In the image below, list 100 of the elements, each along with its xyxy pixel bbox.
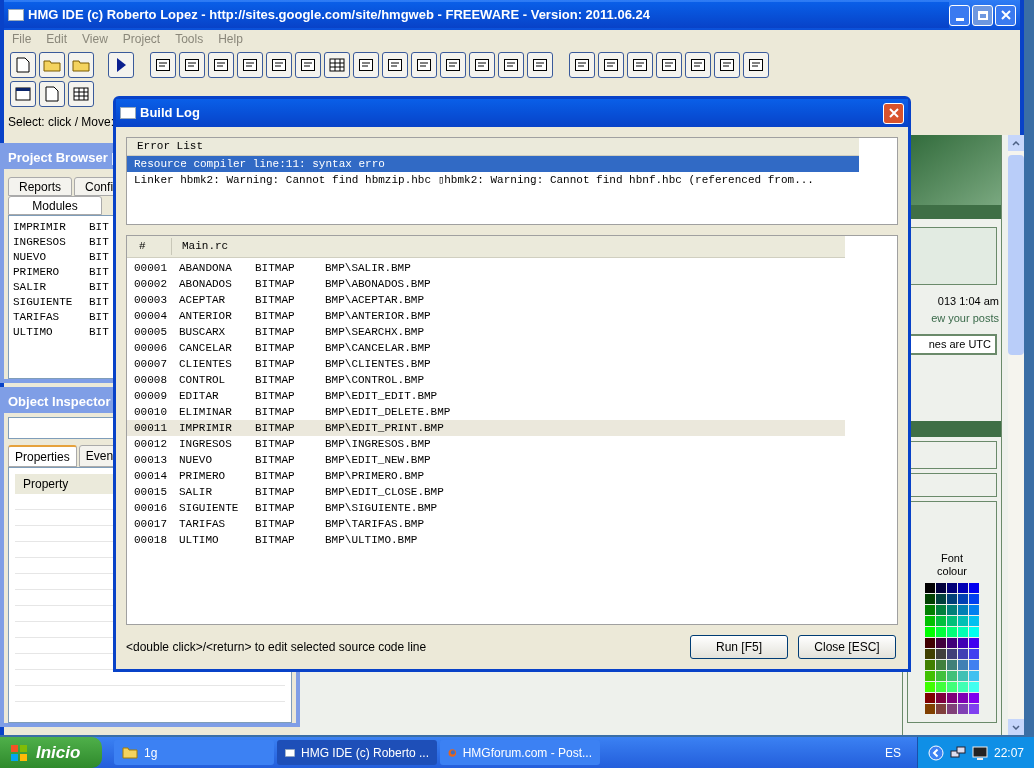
window-icon bbox=[8, 9, 24, 21]
source-row[interactable]: 00011 IMPRIMIR BITMAP BMP\EDIT_PRINT.BMP bbox=[127, 420, 845, 436]
toolbar-button[interactable] bbox=[527, 52, 553, 78]
posts-link[interactable]: ew your posts bbox=[931, 309, 999, 326]
control-icon bbox=[603, 58, 619, 72]
scroll-down-button[interactable] bbox=[1008, 719, 1024, 735]
source-row[interactable]: 00010 ELIMINAR BITMAP BMP\EDIT_DELETE.BMP bbox=[127, 404, 845, 420]
taskbar-button[interactable]: HMG IDE (c) Roberto ... bbox=[277, 740, 437, 765]
toolbar-button[interactable] bbox=[656, 52, 682, 78]
toolbar-button[interactable] bbox=[569, 52, 595, 78]
control-icon bbox=[748, 58, 764, 72]
toolbar-button[interactable] bbox=[10, 52, 36, 78]
source-row[interactable]: 00007 CLIENTES BITMAP BMP\CLIENTES.BMP bbox=[127, 356, 845, 372]
toolbar-button[interactable] bbox=[150, 52, 176, 78]
control-icon bbox=[213, 58, 229, 72]
close-icon bbox=[888, 108, 899, 118]
toolbar-button[interactable] bbox=[266, 52, 292, 78]
source-row[interactable]: 00013 NUEVO BITMAP BMP\EDIT_NEW.BMP bbox=[127, 452, 845, 468]
toolbar-button[interactable] bbox=[627, 52, 653, 78]
module-name[interactable]: INGRESOS bbox=[13, 235, 89, 250]
source-row[interactable]: 00012 INGRESOS BITMAP BMP\INGRESOS.BMP bbox=[127, 436, 845, 452]
window-icon bbox=[15, 87, 31, 101]
toolbar-button[interactable] bbox=[498, 52, 524, 78]
toolbar-button[interactable] bbox=[108, 52, 134, 78]
font-colour-label: Font colour bbox=[936, 551, 968, 579]
maximize-button[interactable] bbox=[972, 4, 993, 26]
module-name[interactable]: TARIFAS bbox=[13, 310, 89, 325]
source-row[interactable]: 00016 SIGUIENTE BITMAP BMP\SIGUIENTE.BMP bbox=[127, 500, 845, 516]
module-name[interactable]: PRIMERO bbox=[13, 265, 89, 280]
toolbar-button[interactable] bbox=[39, 52, 65, 78]
toolbar-button[interactable] bbox=[411, 52, 437, 78]
control-icon bbox=[661, 58, 677, 72]
source-row[interactable]: 00009 EDITAR BITMAP BMP\EDIT_EDIT.BMP bbox=[127, 388, 845, 404]
scroll-thumb[interactable] bbox=[1008, 155, 1024, 355]
dialog-button[interactable]: Close [ESC] bbox=[798, 635, 896, 659]
tab[interactable]: Reports bbox=[8, 177, 73, 196]
source-row[interactable]: 00005 BUSCARX BITMAP BMP\SEARCHX.BMP bbox=[127, 324, 845, 340]
toolbar-button[interactable] bbox=[440, 52, 466, 78]
minimize-button[interactable] bbox=[949, 4, 970, 26]
module-name[interactable]: NUEVO bbox=[13, 250, 89, 265]
source-row[interactable]: 00018 ULTIMO BITMAP BMP\ULTIMO.BMP bbox=[127, 532, 845, 548]
taskbar-button[interactable]: 1g bbox=[114, 740, 274, 765]
toolbar-button[interactable] bbox=[10, 81, 36, 107]
window-icon bbox=[120, 107, 136, 119]
toolbar-button[interactable] bbox=[469, 52, 495, 78]
module-name[interactable]: SALIR bbox=[13, 280, 89, 295]
close-button[interactable] bbox=[883, 102, 904, 124]
source-row[interactable]: 00003 ACEPTAR BITMAP BMP\ACEPTAR.BMP bbox=[127, 292, 845, 308]
panel-title: Object Inspector bbox=[8, 393, 111, 412]
toolbar-button[interactable] bbox=[382, 52, 408, 78]
column-header: # bbox=[127, 238, 172, 255]
toolbar-button[interactable] bbox=[68, 81, 94, 107]
close-button[interactable] bbox=[995, 4, 1016, 26]
control-icon bbox=[474, 58, 490, 72]
grid-icon bbox=[73, 87, 89, 101]
column-header: Error List bbox=[137, 139, 203, 155]
toolbar-button[interactable] bbox=[353, 52, 379, 78]
tab[interactable]: Modules bbox=[8, 196, 102, 215]
module-type: BIT bbox=[89, 265, 109, 280]
error-row[interactable]: Resource compiler line:11: syntax erro bbox=[127, 156, 859, 172]
source-row[interactable]: 00017 TARIFAS BITMAP BMP\TARIFAS.BMP bbox=[127, 516, 845, 532]
maximize-icon bbox=[977, 10, 988, 20]
toolbar-button[interactable] bbox=[179, 52, 205, 78]
folder-icon bbox=[43, 58, 61, 72]
source-row[interactable]: 00015 SALIR BITMAP BMP\EDIT_CLOSE.BMP bbox=[127, 484, 845, 500]
source-row[interactable]: 00014 PRIMERO BITMAP BMP\PRIMERO.BMP bbox=[127, 468, 845, 484]
toolbar-button[interactable] bbox=[324, 52, 350, 78]
toolbar-button[interactable] bbox=[295, 52, 321, 78]
minimize-icon bbox=[955, 17, 964, 21]
toolbar-button[interactable] bbox=[208, 52, 234, 78]
taskbar-button[interactable]: HMGforum.com - Post... bbox=[440, 740, 600, 765]
scroll-up-button[interactable] bbox=[1008, 135, 1024, 151]
module-type: BIT bbox=[89, 250, 109, 265]
module-type: BIT bbox=[89, 235, 109, 250]
source-row[interactable]: 00006 CANCELAR BITMAP BMP\CANCELAR.BMP bbox=[127, 340, 845, 356]
control-icon bbox=[387, 58, 403, 72]
toolbar-button[interactable] bbox=[237, 52, 263, 78]
module-name[interactable]: SIGUIENTE bbox=[13, 295, 89, 310]
dialog-button[interactable]: Run [F5] bbox=[690, 635, 788, 659]
module-name[interactable]: IMPRIMIR bbox=[13, 220, 89, 235]
source-row[interactable]: 00001 ABANDONA BITMAP BMP\SALIR.BMP bbox=[127, 260, 845, 276]
control-icon bbox=[184, 58, 200, 72]
source-row[interactable]: 00002 ABONADOS BITMAP BMP\ABONADOS.BMP bbox=[127, 276, 845, 292]
folder-icon bbox=[122, 746, 138, 759]
language-indicator[interactable]: ES bbox=[884, 743, 917, 762]
toolbar-button[interactable] bbox=[685, 52, 711, 78]
toolbar-button[interactable] bbox=[598, 52, 624, 78]
toolbar-button[interactable] bbox=[714, 52, 740, 78]
module-type: BIT bbox=[89, 310, 109, 325]
toolbar-button[interactable] bbox=[743, 52, 769, 78]
module-name[interactable]: ULTIMO bbox=[13, 325, 89, 340]
tab[interactable]: Properties bbox=[8, 445, 77, 467]
toolbar-button[interactable] bbox=[68, 52, 94, 78]
toolbar-button[interactable] bbox=[39, 81, 65, 107]
source-row[interactable]: 00004 ANTERIOR BITMAP BMP\ANTERIOR.BMP bbox=[127, 308, 845, 324]
close-icon bbox=[1000, 10, 1011, 20]
control-icon bbox=[532, 58, 548, 72]
error-row[interactable]: Linker hbmk2: Warning: Cannot find hbmzip.hbc ▯hbmk2: Warning: Cannot find hbnf.hbc (referenced from... bbox=[127, 172, 859, 188]
source-row[interactable]: 00008 CONTROL BITMAP BMP\CONTROL.BMP bbox=[127, 372, 845, 388]
chevron-down-icon bbox=[1012, 724, 1020, 730]
